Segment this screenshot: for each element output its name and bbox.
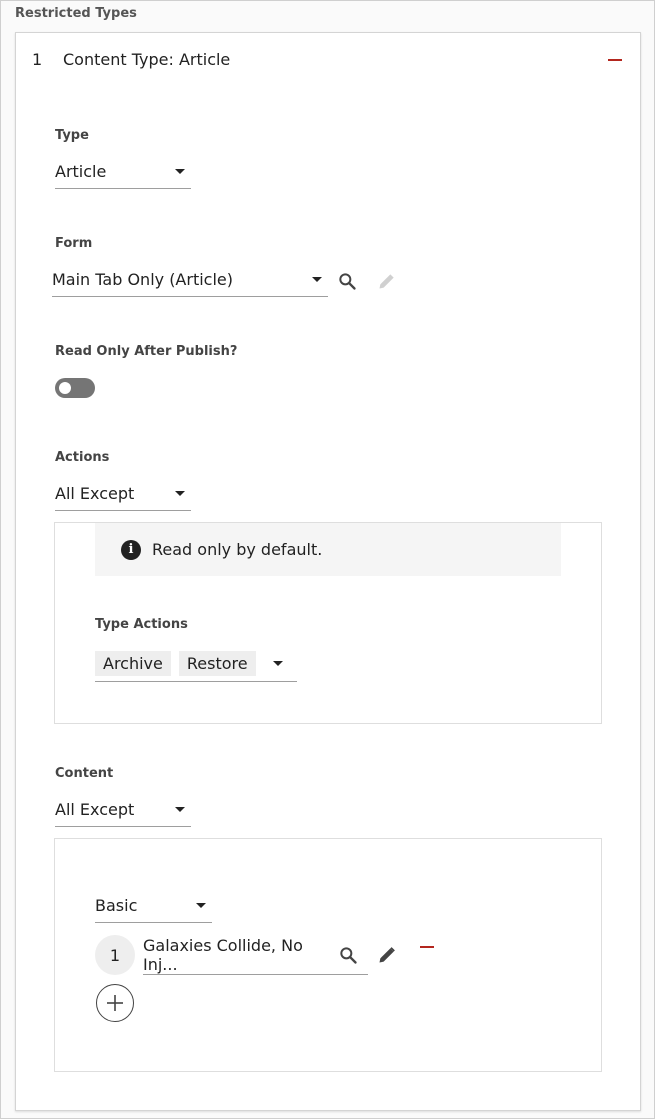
section-title: Restricted Types <box>15 6 137 21</box>
restricted-type-item: 1 Content Type: Article Type Article For… <box>15 32 641 1111</box>
info-icon: i <box>121 539 141 560</box>
remove-item-button[interactable] <box>608 59 622 61</box>
toggle-knob <box>59 382 71 394</box>
type-actions-label: Type Actions <box>95 617 188 632</box>
plus-icon[interactable] <box>96 984 134 1022</box>
actions-panel: i Read only by default. Type Actions Arc… <box>54 522 602 724</box>
content-label: Content <box>55 766 114 781</box>
entry-title: Galaxies Collide, No Inj... <box>143 935 303 974</box>
type-actions-select[interactable]: Archive Restore <box>95 650 297 682</box>
item-index: 1 <box>32 50 43 69</box>
chevron-down-icon <box>196 903 206 908</box>
actions-select[interactable]: All Except <box>55 483 191 511</box>
form-label: Form <box>55 236 93 251</box>
content-select-value: All Except <box>55 800 135 819</box>
content-group-select[interactable]: Basic <box>95 895 212 923</box>
entry-field[interactable]: Galaxies Collide, No Inj... <box>143 935 368 975</box>
info-text: Read only by default. <box>152 540 323 559</box>
pencil-icon[interactable] <box>377 271 397 295</box>
chip-archive[interactable]: Archive <box>95 651 171 676</box>
chevron-down-icon <box>312 277 322 282</box>
type-select-value: Article <box>55 162 107 181</box>
remove-entry-button[interactable] <box>420 946 434 948</box>
search-icon[interactable] <box>338 945 358 965</box>
actions-select-value: All Except <box>55 484 135 503</box>
content-select[interactable]: All Except <box>55 799 191 827</box>
chevron-down-icon <box>175 169 185 174</box>
content-group-value: Basic <box>95 896 138 915</box>
actions-label: Actions <box>55 450 110 465</box>
chevron-down-icon <box>175 491 185 496</box>
entry-index: 1 <box>95 935 135 975</box>
type-select[interactable]: Article <box>55 161 191 189</box>
chip-restore[interactable]: Restore <box>178 651 256 676</box>
form-select-value: Main Tab Only (Article) <box>52 270 233 289</box>
chevron-down-icon <box>175 807 185 812</box>
item-title: Content Type: Article <box>63 50 231 69</box>
read-only-toggle[interactable] <box>55 378 95 398</box>
type-label: Type <box>55 128 89 143</box>
pencil-icon[interactable] <box>377 945 397 969</box>
info-message: i Read only by default. <box>95 523 561 576</box>
form-select[interactable]: Main Tab Only (Article) <box>52 269 328 297</box>
restricted-types-container: Restricted Types 1 Content Type: Article… <box>0 0 655 1119</box>
content-panel: Basic 1 Galaxies Collide, No Inj... <box>54 838 602 1072</box>
chevron-down-icon <box>273 661 283 666</box>
read-only-label: Read Only After Publish? <box>55 344 238 359</box>
search-icon[interactable] <box>337 271 357 295</box>
